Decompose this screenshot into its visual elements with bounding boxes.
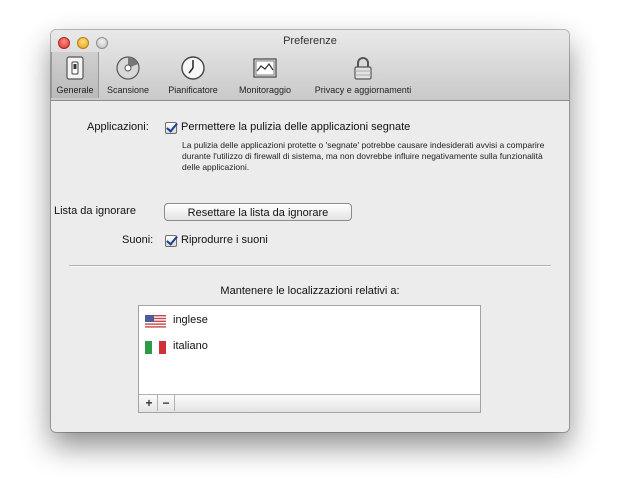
tab-pianificatore[interactable]: Pianificatore	[159, 52, 227, 98]
tab-label: Pianificatore	[168, 85, 218, 95]
sounds-checkbox-label[interactable]: Riprodurre i suoni	[181, 234, 268, 246]
toolbar: Preferenze Generale Scansione Pianificat…	[51, 30, 569, 101]
ignore-list-label: Lista da ignorare	[54, 205, 136, 217]
clock-icon	[180, 55, 206, 83]
italy-flag-icon	[145, 341, 166, 354]
list-controls: + −	[139, 394, 480, 412]
general-pane: Applicazioni: Permettere la pulizia dell…	[51, 101, 569, 432]
divider	[69, 265, 551, 267]
localizations-heading: Mantenere le localizzazioni relativi a:	[220, 285, 400, 297]
apps-label: Applicazioni:	[87, 121, 149, 133]
monitor-icon	[252, 55, 278, 83]
list-item-label: italiano	[173, 340, 208, 352]
tab-monitoraggio[interactable]: Monitoraggio	[229, 52, 301, 98]
tab-label: Monitoraggio	[238, 85, 292, 95]
disk-icon	[115, 55, 141, 83]
apps-checkbox[interactable]	[165, 122, 177, 134]
apps-description: La pulizia delle applicazioni protette o…	[182, 140, 545, 172]
sounds-checkbox[interactable]	[165, 235, 177, 247]
apps-checkbox-label[interactable]: Permettere la pulizia delle applicazioni…	[181, 121, 410, 133]
list-item-label: inglese	[173, 314, 208, 326]
tab-scansione[interactable]: Scansione	[99, 52, 157, 98]
window-title: Preferenze	[283, 35, 337, 47]
us-flag-icon	[145, 315, 166, 328]
switch-icon	[62, 55, 88, 83]
tab-label: Generale	[56, 85, 94, 95]
localizations-list[interactable]: inglese italiano + −	[138, 305, 481, 413]
remove-button[interactable]: −	[158, 395, 175, 411]
add-button[interactable]: +	[141, 395, 158, 411]
lock-icon	[350, 55, 376, 83]
reset-ignore-list-button[interactable]: Resettare la lista da ignorare	[164, 203, 352, 221]
sounds-label: Suoni:	[122, 234, 154, 246]
tab-generale[interactable]: Generale	[51, 52, 99, 98]
preferences-window: Preferenze Generale Scansione Pianificat…	[51, 30, 569, 432]
tab-privacy-aggiornamenti[interactable]: Privacy e aggiornamenti	[303, 52, 423, 98]
tab-label: Privacy e aggiornamenti	[314, 85, 412, 95]
tab-label: Scansione	[106, 85, 150, 95]
